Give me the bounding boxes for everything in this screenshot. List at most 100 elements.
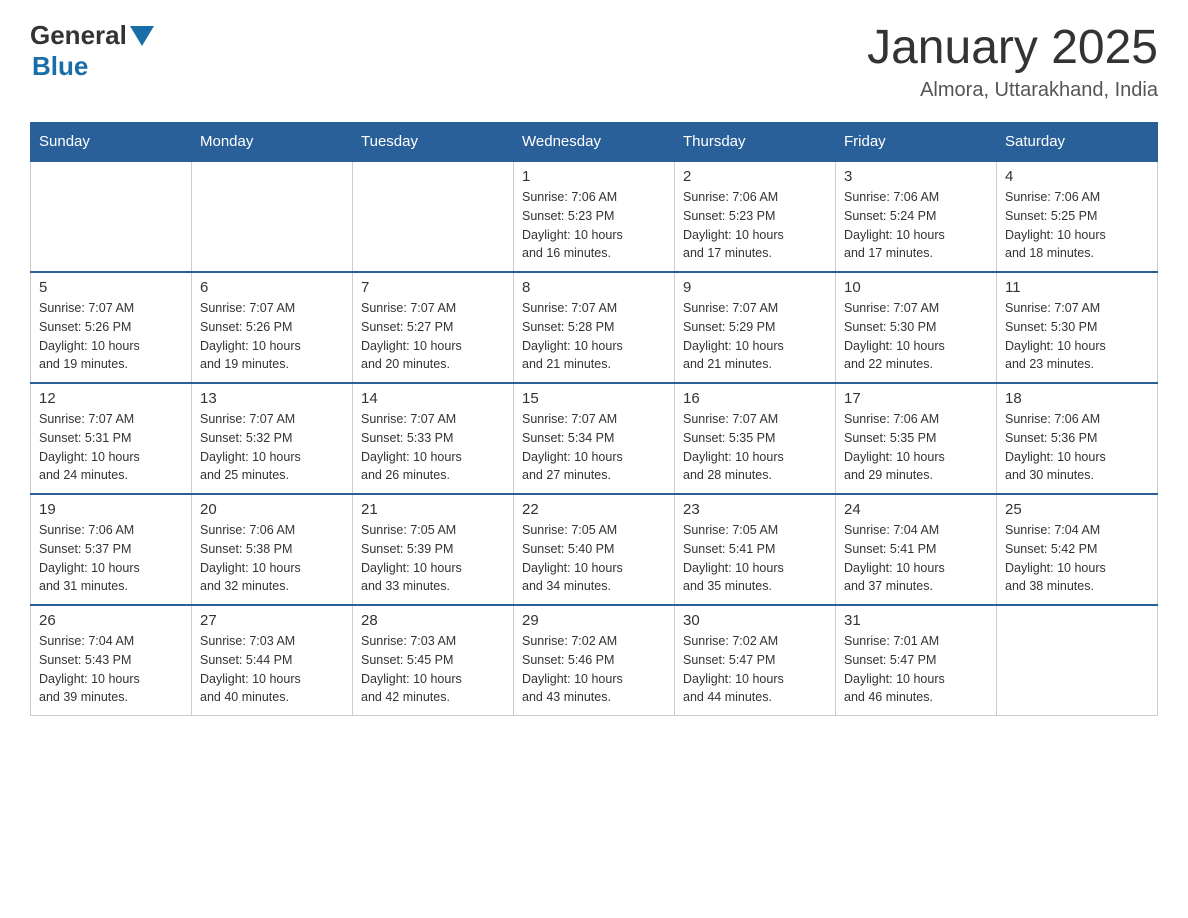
logo-blue-text: Blue: [32, 51, 88, 82]
calendar-cell: 2Sunrise: 7:06 AM Sunset: 5:23 PM Daylig…: [675, 161, 836, 272]
day-info: Sunrise: 7:07 AM Sunset: 5:33 PM Dayligh…: [361, 410, 505, 485]
location-title: Almora, Uttarakhand, India: [867, 79, 1158, 102]
logo-triangle-icon: [130, 26, 154, 46]
calendar-table: SundayMondayTuesdayWednesdayThursdayFrid…: [30, 122, 1158, 716]
day-number: 5: [39, 279, 183, 296]
calendar-cell: 1Sunrise: 7:06 AM Sunset: 5:23 PM Daylig…: [514, 161, 675, 272]
day-number: 7: [361, 279, 505, 296]
calendar-cell: 8Sunrise: 7:07 AM Sunset: 5:28 PM Daylig…: [514, 272, 675, 383]
day-number: 11: [1005, 279, 1149, 296]
day-info: Sunrise: 7:07 AM Sunset: 5:26 PM Dayligh…: [200, 299, 344, 374]
day-number: 28: [361, 612, 505, 629]
day-info: Sunrise: 7:07 AM Sunset: 5:29 PM Dayligh…: [683, 299, 827, 374]
day-number: 20: [200, 501, 344, 518]
day-number: 4: [1005, 168, 1149, 185]
calendar-cell: 6Sunrise: 7:07 AM Sunset: 5:26 PM Daylig…: [192, 272, 353, 383]
calendar-cell: [192, 161, 353, 272]
day-info: Sunrise: 7:06 AM Sunset: 5:25 PM Dayligh…: [1005, 188, 1149, 263]
day-info: Sunrise: 7:01 AM Sunset: 5:47 PM Dayligh…: [844, 632, 988, 707]
calendar-cell: 22 Sunrise: 7:05 AM Sunset: 5:40 PM Dayli…: [514, 494, 675, 605]
day-info: Sunrise: 7:06 AM Sunset: 5:35 PM Dayligh…: [844, 410, 988, 485]
calendar-cell: 14Sunrise: 7:07 AM Sunset: 5:33 PM Dayli…: [353, 383, 514, 494]
day-info: Sunrise: 7:04 AM Sunset: 5:42 PM Dayligh…: [1005, 521, 1149, 596]
day-number: 10: [844, 279, 988, 296]
calendar-cell: 24Sunrise: 7:04 AM Sunset: 5:41 PM Dayli…: [836, 494, 997, 605]
calendar-cell: 30 Sunrise: 7:02 AM Sunset: 5:47 PM Dayli…: [675, 605, 836, 716]
day-info: Sunrise: 7:07 AM Sunset: 5:30 PM Dayligh…: [844, 299, 988, 374]
day-number: 16: [683, 390, 827, 407]
calendar-cell: 17 Sunrise: 7:06 AM Sunset: 5:35 PM Dayli…: [836, 383, 997, 494]
day-number: 9: [683, 279, 827, 296]
calendar-cell: 19 Sunrise: 7:06 AM Sunset: 5:37 PM Dayli…: [31, 494, 192, 605]
day-number: 30: [683, 612, 827, 629]
page-header: General Blue January 2025 Almora, Uttara…: [30, 20, 1158, 102]
day-info: Sunrise: 7:06 AM Sunset: 5:23 PM Dayligh…: [683, 188, 827, 263]
day-number: 24: [844, 501, 988, 518]
day-info: Sunrise: 7:02 AM Sunset: 5:46 PM Dayligh…: [522, 632, 666, 707]
day-number: 1: [522, 168, 666, 185]
calendar-cell: [353, 161, 514, 272]
day-number: 27: [200, 612, 344, 629]
calendar-cell: 23 Sunrise: 7:05 AM Sunset: 5:41 PM Dayli…: [675, 494, 836, 605]
day-info: Sunrise: 7:07 AM Sunset: 5:27 PM Dayligh…: [361, 299, 505, 374]
day-number: 22: [522, 501, 666, 518]
day-info: Sunrise: 7:06 AM Sunset: 5:36 PM Dayligh…: [1005, 410, 1149, 485]
day-of-week-header: Saturday: [997, 123, 1158, 162]
day-of-week-header: Wednesday: [514, 123, 675, 162]
calendar-cell: 15Sunrise: 7:07 AM Sunset: 5:34 PM Dayli…: [514, 383, 675, 494]
day-info: Sunrise: 7:07 AM Sunset: 5:31 PM Dayligh…: [39, 410, 183, 485]
day-info: Sunrise: 7:06 AM Sunset: 5:38 PM Dayligh…: [200, 521, 344, 596]
calendar-week-row: 5 Sunrise: 7:07 AM Sunset: 5:26 PM Daylig…: [31, 272, 1158, 383]
calendar-cell: 29 Sunrise: 7:02 AM Sunset: 5:46 PM Dayli…: [514, 605, 675, 716]
logo-general-text: General: [30, 20, 127, 51]
day-info: Sunrise: 7:05 AM Sunset: 5:40 PM Dayligh…: [522, 521, 666, 596]
logo: General Blue: [30, 20, 157, 82]
day-number: 29: [522, 612, 666, 629]
day-info: Sunrise: 7:07 AM Sunset: 5:30 PM Dayligh…: [1005, 299, 1149, 374]
day-number: 13: [200, 390, 344, 407]
calendar-cell: 7 Sunrise: 7:07 AM Sunset: 5:27 PM Daylig…: [353, 272, 514, 383]
calendar-cell: 21Sunrise: 7:05 AM Sunset: 5:39 PM Dayli…: [353, 494, 514, 605]
day-number: 17: [844, 390, 988, 407]
day-info: Sunrise: 7:02 AM Sunset: 5:47 PM Dayligh…: [683, 632, 827, 707]
day-info: Sunrise: 7:06 AM Sunset: 5:24 PM Dayligh…: [844, 188, 988, 263]
title-block: January 2025 Almora, Uttarakhand, India: [867, 20, 1158, 102]
day-number: 15: [522, 390, 666, 407]
calendar-cell: 3 Sunrise: 7:06 AM Sunset: 5:24 PM Daylig…: [836, 161, 997, 272]
calendar-cell: 25 Sunrise: 7:04 AM Sunset: 5:42 PM Dayli…: [997, 494, 1158, 605]
day-of-week-header: Monday: [192, 123, 353, 162]
day-info: Sunrise: 7:07 AM Sunset: 5:26 PM Dayligh…: [39, 299, 183, 374]
calendar-cell: 11 Sunrise: 7:07 AM Sunset: 5:30 PM Dayli…: [997, 272, 1158, 383]
calendar-cell: 27 Sunrise: 7:03 AM Sunset: 5:44 PM Dayli…: [192, 605, 353, 716]
calendar-cell: [997, 605, 1158, 716]
day-info: Sunrise: 7:07 AM Sunset: 5:28 PM Dayligh…: [522, 299, 666, 374]
calendar-cell: 28 Sunrise: 7:03 AM Sunset: 5:45 PM Dayli…: [353, 605, 514, 716]
month-title: January 2025: [867, 20, 1158, 75]
calendar-week-row: 1 Sunrise: 7:06 AM Sunset: 5:23 PM Daylig…: [31, 161, 1158, 272]
day-info: Sunrise: 7:03 AM Sunset: 5:44 PM Dayligh…: [200, 632, 344, 707]
calendar-cell: 9 Sunrise: 7:07 AM Sunset: 5:29 PM Daylig…: [675, 272, 836, 383]
day-number: 23: [683, 501, 827, 518]
day-number: 25: [1005, 501, 1149, 518]
calendar-week-row: 26Sunrise: 7:04 AM Sunset: 5:43 PM Dayli…: [31, 605, 1158, 716]
day-number: 21: [361, 501, 505, 518]
day-number: 19: [39, 501, 183, 518]
calendar-cell: 13 Sunrise: 7:07 AM Sunset: 5:32 PM Dayli…: [192, 383, 353, 494]
day-number: 3: [844, 168, 988, 185]
calendar-header-row: SundayMondayTuesdayWednesdayThursdayFrid…: [31, 123, 1158, 162]
day-info: Sunrise: 7:04 AM Sunset: 5:43 PM Dayligh…: [39, 632, 183, 707]
calendar-cell: 26Sunrise: 7:04 AM Sunset: 5:43 PM Dayli…: [31, 605, 192, 716]
day-of-week-header: Tuesday: [353, 123, 514, 162]
day-info: Sunrise: 7:06 AM Sunset: 5:37 PM Dayligh…: [39, 521, 183, 596]
calendar-cell: 12 Sunrise: 7:07 AM Sunset: 5:31 PM Dayli…: [31, 383, 192, 494]
calendar-cell: 16Sunrise: 7:07 AM Sunset: 5:35 PM Dayli…: [675, 383, 836, 494]
calendar-cell: 31Sunrise: 7:01 AM Sunset: 5:47 PM Dayli…: [836, 605, 997, 716]
calendar-cell: 5 Sunrise: 7:07 AM Sunset: 5:26 PM Daylig…: [31, 272, 192, 383]
day-of-week-header: Thursday: [675, 123, 836, 162]
day-info: Sunrise: 7:05 AM Sunset: 5:41 PM Dayligh…: [683, 521, 827, 596]
day-info: Sunrise: 7:07 AM Sunset: 5:32 PM Dayligh…: [200, 410, 344, 485]
day-info: Sunrise: 7:03 AM Sunset: 5:45 PM Dayligh…: [361, 632, 505, 707]
calendar-cell: 10 Sunrise: 7:07 AM Sunset: 5:30 PM Dayli…: [836, 272, 997, 383]
calendar-week-row: 12 Sunrise: 7:07 AM Sunset: 5:31 PM Dayli…: [31, 383, 1158, 494]
day-number: 12: [39, 390, 183, 407]
